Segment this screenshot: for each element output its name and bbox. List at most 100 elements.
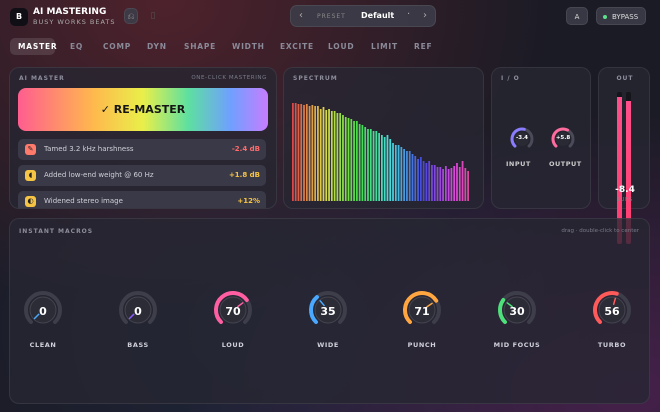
tab-ref[interactable]: REF [414, 42, 432, 51]
macros-hint: drag · double-click to center [561, 228, 639, 234]
redo-button[interactable]: ▯ [146, 8, 160, 24]
list-item-text: Added low-end weight @ 60 Hz [44, 171, 154, 179]
list-item-value: +12% [237, 197, 260, 205]
tab-width[interactable]: WIDTH [232, 42, 265, 51]
spectrum-bar [311, 105, 314, 201]
spectrum-bar [453, 166, 456, 201]
ai-master-panel: AI MASTER ONE-CLICK MASTERING ✓ RE-MASTE… [9, 67, 277, 209]
list-item-value: +1.8 dB [228, 171, 260, 179]
spectrum-bar [378, 133, 380, 201]
spectrum-bar [342, 115, 344, 201]
tab-dyn[interactable]: DYN [147, 42, 167, 51]
macro-value: 0 [39, 305, 47, 318]
list-item-text: Tamed 3.2 kHz harshness [44, 145, 134, 153]
bypass-indicator-icon [603, 15, 607, 19]
spectrum-bar [447, 169, 450, 201]
list-item: ◐ Widened stereo image +12% [18, 191, 266, 208]
spectrum-bar [439, 167, 442, 201]
macro-value: 35 [320, 305, 336, 318]
spectrum-bar [325, 110, 328, 201]
bypass-button[interactable]: BYPASS [596, 7, 646, 25]
out-title: OUT [616, 75, 634, 82]
macro-value: 30 [509, 305, 525, 318]
spectrum-bar [350, 119, 353, 201]
spectrum-bar [458, 167, 461, 201]
list-item: ✎ Tamed 3.2 kHz harshness -2.4 dB [18, 139, 266, 160]
out-value: -8.4 [615, 185, 635, 195]
spectrum-bar [400, 147, 403, 201]
preset-next-button[interactable]: › [423, 10, 427, 21]
spectrum-bar [428, 161, 431, 201]
spectrum-bar [450, 168, 453, 201]
io-title: I / O [501, 75, 520, 82]
spectrum-bar [333, 111, 336, 201]
out-unit: LUFS [617, 197, 633, 203]
tab-limit[interactable]: LIMIT [371, 42, 398, 51]
tab-loud[interactable]: LOUD [328, 42, 354, 51]
remaster-button[interactable]: ✓ RE-MASTER [18, 88, 268, 131]
tab-shape[interactable]: SHAPE [184, 42, 216, 51]
harshness-icon: ✎ [25, 144, 36, 155]
macros-title: INSTANT MACROS [19, 228, 94, 235]
spectrum-bar [425, 163, 428, 201]
tab-eq[interactable]: EQ [70, 42, 83, 51]
spectrum-bar [303, 105, 305, 201]
spectrum-bar [381, 135, 383, 201]
tab-comp[interactable]: COMP [103, 42, 131, 51]
list-item-text: Widened stereo image [44, 197, 123, 205]
logo: B [10, 8, 28, 26]
spectrum-bar [383, 137, 386, 201]
spectrum-bar [369, 129, 372, 201]
spectrum-bar [406, 151, 408, 201]
preset-bar: ‹ PRESET Default · › [290, 5, 436, 27]
out-panel: OUT -8.4 LUFS [598, 67, 650, 244]
preset-label: PRESET [317, 13, 346, 20]
spectrum-bar [375, 131, 378, 201]
spectrum-bar [322, 107, 325, 201]
spectrum-bar [394, 145, 397, 201]
spectrum-bar [347, 118, 350, 201]
spectrum-bar [358, 124, 361, 201]
preset-select[interactable]: Default [361, 11, 394, 20]
macro-label: PUNCH [407, 341, 437, 349]
macro-value: 70 [225, 305, 241, 318]
ai-master-hint: ONE-CLICK MASTERING [191, 75, 267, 81]
tab-excite[interactable]: EXCITE [280, 42, 314, 51]
spectrum-bar [328, 109, 330, 201]
spectrum-bar [336, 113, 339, 201]
ai-master-title: AI MASTER [19, 75, 65, 82]
spectrum-bar [300, 104, 303, 201]
spectrum-bar [386, 135, 389, 201]
macro-label: MID FOCUS [493, 341, 541, 349]
low-end-icon: ◖ [25, 170, 36, 181]
spectrum-bar [433, 165, 436, 201]
spectrum-bar [431, 165, 433, 201]
tab-master[interactable]: MASTER [18, 42, 57, 51]
macro-label: LOUD [221, 341, 245, 349]
spectrum-bar [389, 139, 392, 201]
macro-value: 71 [414, 305, 430, 318]
input-value: -3.4 [515, 135, 529, 141]
ab-compare-button[interactable]: A [566, 7, 588, 25]
output-value: +5.8 [555, 135, 571, 141]
spectrum-bar [297, 104, 300, 201]
preset-prev-button[interactable]: ‹ [299, 10, 303, 21]
macro-label: WIDE [317, 341, 339, 349]
spectrum-bar [308, 106, 311, 201]
spectrum-bar [344, 117, 347, 201]
spectrum-bar [408, 151, 411, 201]
spectrum-bar [361, 125, 364, 201]
macro-label: TURBO [597, 341, 627, 349]
undo-button[interactable]: ⎌ [124, 8, 138, 24]
spectrum-bar [314, 106, 317, 201]
stereo-icon: ◐ [25, 196, 36, 207]
spectrum-bar [392, 143, 394, 201]
spectrum-bar [467, 171, 469, 201]
spectrum-bar [364, 127, 367, 201]
spectrum-bar [417, 159, 419, 201]
spectrum-bar [367, 129, 369, 201]
preset-menu-button[interactable]: · [407, 9, 410, 20]
bypass-label: BYPASS [612, 13, 639, 21]
app-title: AI MASTERING [33, 7, 107, 17]
input-label: INPUT [506, 160, 531, 168]
